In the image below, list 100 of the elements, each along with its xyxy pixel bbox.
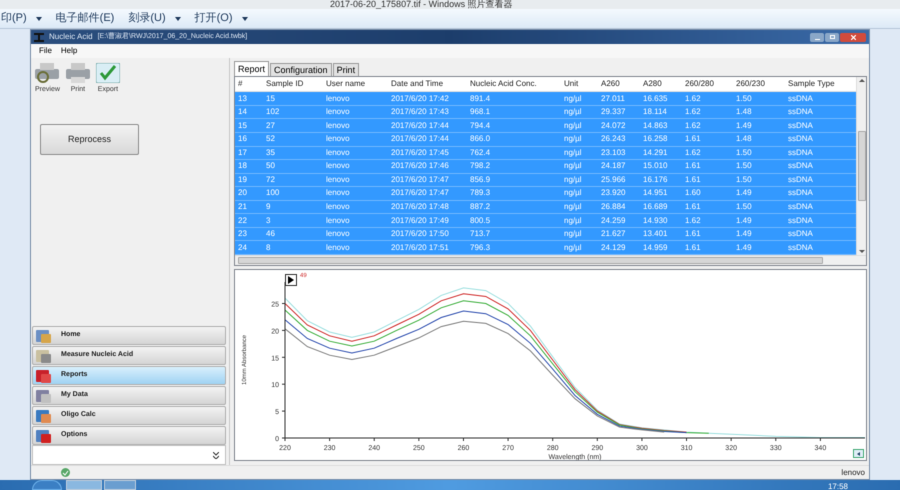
table-cell-text: 796.3	[469, 242, 492, 254]
table-cell-text: 3	[265, 214, 272, 227]
column-header[interactable]: Sample ID	[263, 78, 323, 90]
menu-item[interactable]: Help	[60, 45, 78, 57]
table-cell-text: 22	[237, 214, 248, 227]
table-cell-text: 24.129	[600, 242, 626, 254]
table-cell-text: ssDNA	[787, 146, 814, 159]
table-cell-text: 1.49	[735, 228, 753, 240]
tab[interactable]: Configuration	[270, 63, 332, 76]
table-cell-text: 26.884	[600, 200, 626, 213]
table-cell-text: 14	[237, 106, 248, 118]
table-cell-text: 2017/6/20 17:44	[390, 120, 450, 132]
table-cell-text: 13.401	[642, 228, 668, 240]
clock: 17:58	[828, 483, 848, 490]
table-cell-text: 1.61	[684, 242, 702, 254]
table-cell-text: 762.4	[469, 146, 492, 159]
table-cell-text: ng/µl	[563, 106, 583, 118]
tab[interactable]: Print	[332, 63, 360, 76]
table-cell-text: 15	[237, 120, 248, 132]
table-cell-text: lenovo	[325, 187, 351, 200]
table-cell-text: 1.50	[735, 92, 753, 105]
column-header[interactable]: 260/230	[733, 78, 785, 90]
table-cell-text: ng/µl	[563, 187, 583, 200]
table-cell-text: 72	[265, 174, 276, 186]
table-cell-text: ssDNA	[787, 200, 814, 213]
menu-item[interactable]: 打开(O)	[194, 10, 248, 27]
table-cell-text: lenovo	[325, 242, 351, 254]
column-header[interactable]: A260	[598, 78, 640, 90]
table-cell-text: ssDNA	[787, 187, 814, 200]
menu-item[interactable]: 电子邮件(E)	[56, 10, 114, 27]
table-cell-text: 794.4	[469, 120, 492, 132]
table-cell-text: 14.930	[642, 214, 668, 227]
table-cell-text: 13	[237, 92, 248, 105]
table-cell-text: 1.62	[684, 92, 702, 105]
table-cell-text: 789.3	[469, 187, 492, 200]
table-cell-text: ssDNA	[787, 228, 814, 240]
table-cell-text: ssDNA	[787, 106, 814, 118]
table-cell-text: 46	[265, 228, 276, 240]
table-cell-text: 16.635	[642, 92, 668, 105]
table-cell-text: 25.966	[600, 174, 626, 186]
table-cell-text: 2017/6/20 17:47	[390, 174, 450, 186]
table-cell-text: 14.951	[642, 187, 668, 200]
tab[interactable]: Report	[234, 61, 270, 76]
table-cell-text: 2017/6/20 17:48	[390, 200, 450, 213]
table-cell-text: 1.48	[735, 106, 753, 118]
reprocess-button[interactable]: Reprocess	[40, 124, 139, 155]
table-cell-text: 16	[237, 133, 248, 146]
table-cell-text: lenovo	[325, 146, 351, 159]
table-cell-text: 15	[265, 92, 276, 105]
column-header[interactable]: Date and Time	[388, 78, 467, 90]
table-cell-text: 18	[237, 160, 248, 172]
table-cell-text: ssDNA	[787, 120, 814, 132]
app-title: Nucleic Acid	[49, 31, 93, 43]
table-cell-text: 1.49	[735, 120, 753, 132]
menu-item[interactable]: File	[39, 45, 52, 57]
table-cell-text: 891.4	[469, 92, 492, 105]
table-cell-text: 50	[265, 160, 276, 172]
table-cell-text: 1.62	[684, 120, 702, 132]
column-header[interactable]: Nucleic Acid Conc.	[467, 78, 561, 90]
table-cell-text: lenovo	[325, 120, 351, 132]
column-header[interactable]: Sample Type	[785, 78, 841, 90]
table-cell-text: 23.920	[600, 187, 626, 200]
table-cell-text: 8	[265, 242, 272, 254]
table-cell-text: 2017/6/20 17:44	[390, 133, 450, 146]
table-cell-text: ng/µl	[563, 92, 583, 105]
table-cell-text: lenovo	[325, 160, 351, 172]
table-cell-text: 1.62	[684, 214, 702, 227]
table-cell-text: 14.291	[642, 146, 668, 159]
table-cell-text: 2017/6/20 17:42	[390, 92, 450, 105]
column-header[interactable]: User name	[323, 78, 388, 90]
table-cell-text: ssDNA	[787, 92, 814, 105]
table-cell-text: 2017/6/20 17:49	[390, 214, 450, 227]
table-cell-text: 2017/6/20 17:51	[390, 242, 450, 254]
table-cell-text: 24.259	[600, 214, 626, 227]
table-cell-text: 2017/6/20 17:45	[390, 146, 450, 159]
table-cell-text: ssDNA	[787, 214, 814, 227]
table-cell-text: 1.61	[684, 228, 702, 240]
column-header[interactable]: A280	[640, 78, 682, 90]
table-cell-text: 866.0	[469, 133, 492, 146]
table-cell-text: 20	[237, 187, 248, 200]
column-header[interactable]: Unit	[561, 78, 598, 90]
table-cell-text: 1.61	[684, 200, 702, 213]
table-cell-text: 21.627	[600, 228, 626, 240]
table-cell-text: 17	[237, 146, 248, 159]
table-cell-text: 52	[265, 133, 276, 146]
column-header[interactable]: 260/280	[682, 78, 733, 90]
table-cell-text: lenovo	[325, 228, 351, 240]
table-cell-text: 2017/6/20 17:50	[390, 228, 450, 240]
table-cell-text: 27	[265, 120, 276, 132]
menu-item[interactable]: 刻录(U)	[128, 10, 181, 27]
table-cell-text: 1.50	[735, 174, 753, 186]
table-cell-text: 1.50	[735, 200, 753, 213]
column-header[interactable]: #	[235, 78, 263, 90]
table-cell-text: 1.60	[684, 187, 702, 200]
table-cell-text: 1.48	[735, 133, 753, 146]
table-cell-text: 29.337	[600, 106, 626, 118]
table-cell-text: 2017/6/20 17:47	[390, 187, 450, 200]
table-cell-text: 968.1	[469, 106, 492, 118]
menu-item[interactable]: 印(P)	[1, 10, 42, 27]
table-cell-text: 798.2	[469, 160, 492, 172]
